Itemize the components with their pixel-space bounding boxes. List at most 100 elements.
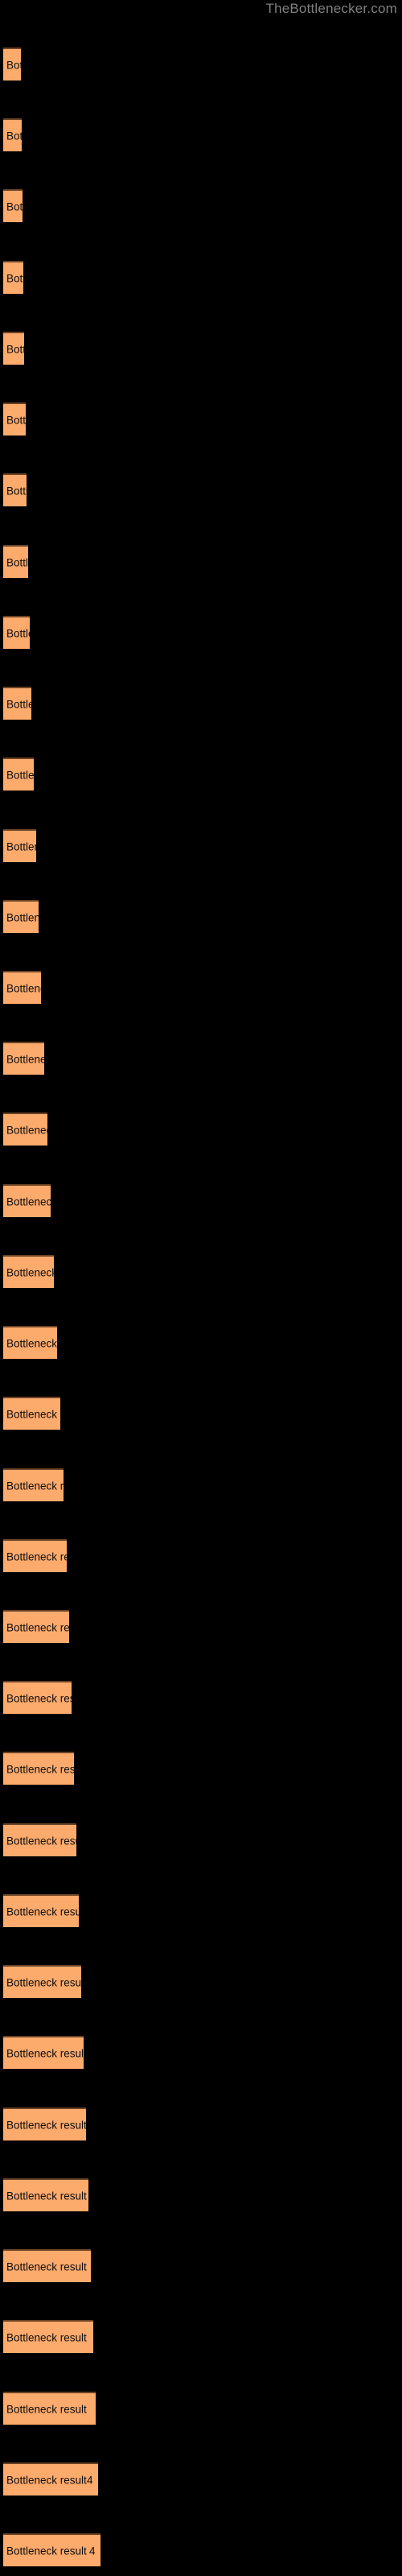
bar-label: Bottleneck result xyxy=(6,200,23,213)
bar[interactable]: Bottleneck result xyxy=(3,2392,96,2425)
bar-row: Bottleneck result xyxy=(0,2249,402,2285)
bar[interactable]: Bottleneck result xyxy=(3,2178,88,2211)
bar[interactable]: Bottleneck result xyxy=(3,687,31,720)
bar[interactable]: Bottleneck result xyxy=(3,971,41,1004)
bar[interactable]: Bottleneck result xyxy=(3,545,28,578)
bar[interactable]: Bottleneck result xyxy=(3,900,39,933)
bar-label: Bottleneck result xyxy=(6,130,22,142)
bar-row: Bottleneck result xyxy=(0,1539,402,1575)
bar[interactable]: Bottleneck result xyxy=(3,1681,72,1714)
bar[interactable]: Bottleneck result xyxy=(3,1965,81,1998)
bar[interactable]: Bottleneck result xyxy=(3,829,36,862)
bar-label: Bottleneck result xyxy=(6,1835,76,1847)
bar-label: Bottleneck result xyxy=(6,2331,87,2343)
bar[interactable]: Bottleneck result xyxy=(3,758,34,791)
bar-label: Bottleneck result xyxy=(6,485,27,497)
bar-row: Bottleneck result xyxy=(0,545,402,580)
bar-label: Bottleneck result xyxy=(6,1480,64,1492)
bar-label: Bottleneck result xyxy=(6,1550,67,1563)
bar-label: Bottleneck result xyxy=(6,1976,81,1988)
bar[interactable]: Bottleneck result xyxy=(3,1184,51,1217)
bar-row: Bottleneck result xyxy=(0,1113,402,1148)
bar-row: Bottleneck result xyxy=(0,2107,402,2143)
bar[interactable]: Bottleneck result xyxy=(3,1255,54,1288)
bar-row: Bottleneck result xyxy=(0,1468,402,1504)
bar-row: Bottleneck result xyxy=(0,1042,402,1077)
bar[interactable]: Bottleneck result xyxy=(3,47,21,80)
bar-label: Bottleneck result xyxy=(6,2047,84,2059)
bar[interactable]: Bottleneck result xyxy=(3,473,27,506)
bar[interactable]: Bottleneck result xyxy=(3,1326,57,1359)
bar-row: Bottleneck result xyxy=(0,2320,402,2355)
bar-label: Bottleneck result xyxy=(6,2260,87,2273)
bar-row: Bottleneck result xyxy=(0,1965,402,2000)
bar-label: Bottleneck result xyxy=(6,272,23,284)
bar[interactable]: Bottleneck result xyxy=(3,1894,79,1927)
bar[interactable]: Bottleneck result xyxy=(3,616,30,649)
bar-value-label: 4 xyxy=(87,2474,93,2486)
bar-row: Bottleneck result xyxy=(0,1184,402,1220)
bar[interactable]: Bottleneck result xyxy=(3,2249,91,2282)
bar-row: Bottleneck result xyxy=(0,402,402,438)
bar[interactable]: Bottleneck result xyxy=(3,261,23,294)
bar-label: Bottleneck result xyxy=(6,982,41,994)
bar-label: Bottleneck result xyxy=(6,840,36,852)
bar-row: Bottleneck result xyxy=(0,2392,402,2427)
bar[interactable]: Bottleneck result xyxy=(3,2320,93,2353)
bar-row: Bottleneck result xyxy=(0,1326,402,1361)
bar[interactable]: Bottleneck result xyxy=(3,1610,69,1643)
bar[interactable]: Bottleneck result xyxy=(3,1539,67,1572)
bar-row: Bottleneck result xyxy=(0,971,402,1006)
bar-label: Bottleneck result xyxy=(6,414,26,426)
bar-row: Bottleneck result xyxy=(0,829,402,865)
bar-row: Bottleneck result xyxy=(0,2178,402,2214)
bar-label: Bottleneck result xyxy=(6,627,30,639)
bar-label: Bottleneck result xyxy=(6,2119,86,2131)
bar-row: Bottleneck result xyxy=(0,1894,402,1930)
bar-label: Bottleneck result xyxy=(6,1763,74,1775)
bar-label: Bottleneck result xyxy=(6,698,31,710)
bar-label: Bottleneck result xyxy=(6,1408,60,1420)
bar[interactable]: Bottleneck result xyxy=(3,189,23,222)
bar[interactable]: Bottleneck result xyxy=(3,1823,76,1856)
bar[interactable]: Bottleneck result xyxy=(3,332,24,365)
bar[interactable]: Bottleneck result xyxy=(3,118,22,151)
bar-row: Bottleneck result xyxy=(0,473,402,509)
bar-label: Bottleneck result xyxy=(6,59,21,71)
bar-row: Bottleneck result xyxy=(0,261,402,296)
bar[interactable]: Bottleneck result xyxy=(3,1113,47,1146)
bar[interactable]: Bottleneck result xyxy=(3,1042,44,1075)
bar-row: Bottleneck result xyxy=(0,1823,402,1859)
bar-row: Bottleneck result xyxy=(0,687,402,722)
bar[interactable]: Bottleneck result 4 xyxy=(3,2533,100,2566)
bar-chart: TheBottlenecker.com Bottleneck result Bot… xyxy=(0,0,402,2576)
bar-row: Bottleneck result xyxy=(0,1397,402,1432)
bar[interactable]: Bottleneck result 4 xyxy=(3,2462,98,2496)
bar[interactable]: Bottleneck result xyxy=(3,2107,86,2140)
bar-label: Bottleneck result xyxy=(6,2474,87,2486)
bar-value-label: 4 xyxy=(89,2545,96,2557)
bar[interactable]: Bottleneck result xyxy=(3,402,26,436)
bar-label: Bottleneck result xyxy=(6,1692,72,1704)
bar[interactable]: Bottleneck result xyxy=(3,2036,84,2069)
bar-label: Bottleneck result xyxy=(6,1124,47,1136)
bar-label: Bottleneck result xyxy=(6,1053,44,1065)
bar[interactable]: Bottleneck result xyxy=(3,1468,64,1501)
bar-label: Bottleneck result xyxy=(6,1337,57,1349)
bar-row: Bottleneck result xyxy=(0,47,402,83)
bar-label: Bottleneck result xyxy=(6,1266,54,1278)
bar-row: Bottleneck result xyxy=(0,1681,402,1716)
bar-row: Bottleneck result xyxy=(0,616,402,651)
bar-row: Bottleneck result xyxy=(0,1752,402,1787)
site-watermark: TheBottlenecker.com xyxy=(265,1,397,16)
bar-row: Bottleneck result xyxy=(0,332,402,367)
bar[interactable]: Bottleneck result xyxy=(3,1752,74,1785)
bar[interactable]: Bottleneck result xyxy=(3,1397,60,1430)
bar-label: Bottleneck result xyxy=(6,2545,87,2557)
bar-row: Bottleneck result 4 xyxy=(0,2462,402,2498)
bar-row: Bottleneck result xyxy=(0,900,402,935)
bar-label: Bottleneck result xyxy=(6,769,34,781)
bar-row: Bottleneck result xyxy=(0,758,402,793)
bar-row: Bottleneck result xyxy=(0,1255,402,1290)
bar-label: Bottleneck result xyxy=(6,556,28,568)
